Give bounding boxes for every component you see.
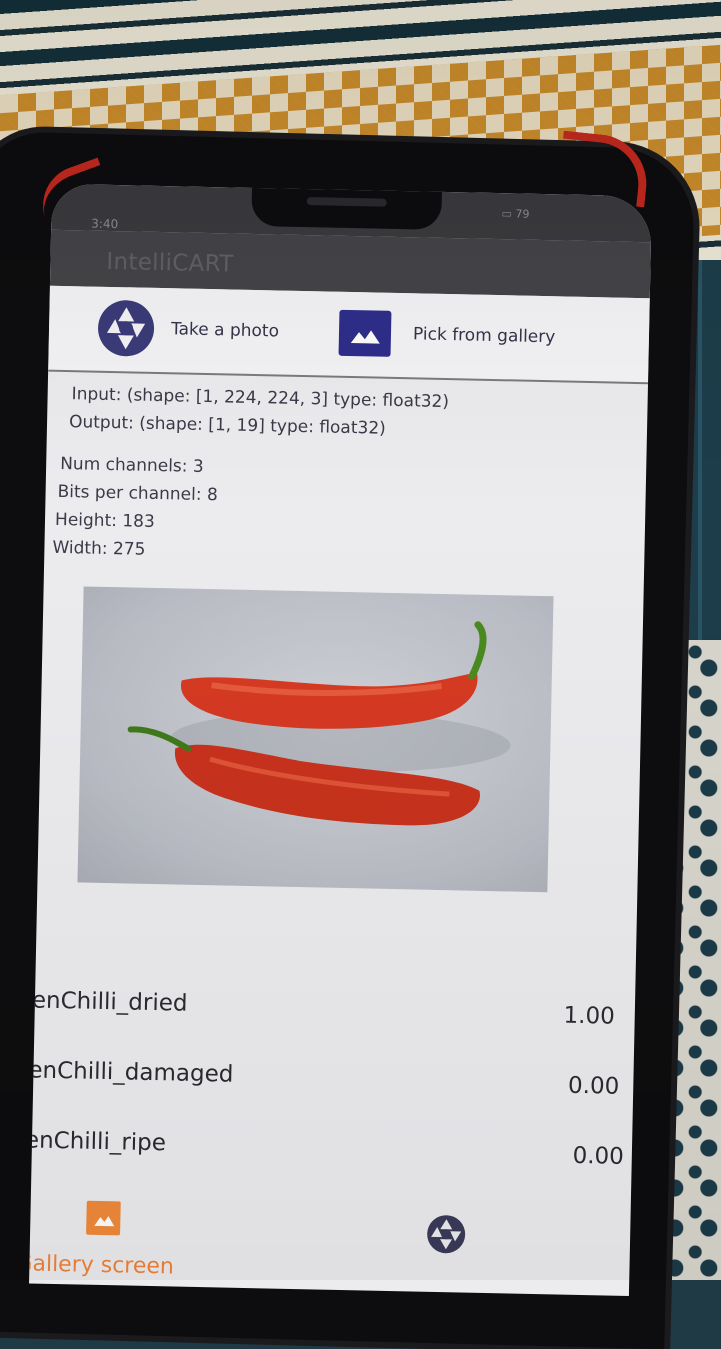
take-photo-label: Take a photo xyxy=(170,319,280,342)
num-channels: Num channels: 3 xyxy=(59,453,204,477)
battery-icon: ▭ xyxy=(501,207,513,221)
notch xyxy=(251,183,443,230)
gallery-icon xyxy=(86,1200,121,1236)
list-item: GreenChilli_ripe 0.00 xyxy=(29,1126,632,1181)
chilli-image xyxy=(127,621,511,826)
status-icons: ▭ 79 xyxy=(501,207,529,221)
image-height: Height: 183 xyxy=(54,509,155,532)
bottom-navigation: Gallery screen xyxy=(29,1187,631,1290)
camera-aperture-icon[interactable] xyxy=(426,1214,467,1255)
speaker xyxy=(306,197,387,207)
app-title: IntelliCART xyxy=(106,248,234,278)
nav-gallery-tab[interactable]: Gallery screen xyxy=(29,1187,631,1280)
result-value: 1.00 xyxy=(563,1002,616,1030)
pick-gallery-label: Pick from gallery xyxy=(412,324,556,348)
list-item: GreenChilli_damaged 0.00 xyxy=(29,1057,634,1111)
result-value: 0.00 xyxy=(572,1142,625,1170)
take-photo-button[interactable]: Take a photo xyxy=(96,299,279,361)
selected-image xyxy=(77,586,554,893)
image-width: Width: 275 xyxy=(52,537,146,560)
result-label: GreenChilli_ripe xyxy=(29,1126,167,1157)
model-output-info: Output: (shape: [1, 19] type: float32) xyxy=(68,412,386,439)
result-value: 0.00 xyxy=(567,1072,620,1100)
nav-gallery-label: Gallery screen xyxy=(29,1251,175,1280)
result-label: GreenChilli_dried xyxy=(29,986,188,1017)
pick-gallery-button[interactable]: Pick from gallery xyxy=(338,309,556,361)
battery-level: 79 xyxy=(515,207,530,221)
result-label: GreenChilli_damaged xyxy=(29,1056,234,1088)
action-row: Take a photo Pick from gallery xyxy=(48,285,650,385)
status-time: 3:40 xyxy=(91,216,119,232)
camera-aperture-icon xyxy=(98,300,155,357)
bits-per-channel: Bits per channel: 8 xyxy=(57,481,218,506)
list-item: GreenChilli_dried 1.00 xyxy=(29,987,635,1041)
gallery-icon xyxy=(338,309,392,357)
phone-screen: 3:40 ▭ 79 IntelliCART Take a photo Pick … xyxy=(29,183,652,1297)
